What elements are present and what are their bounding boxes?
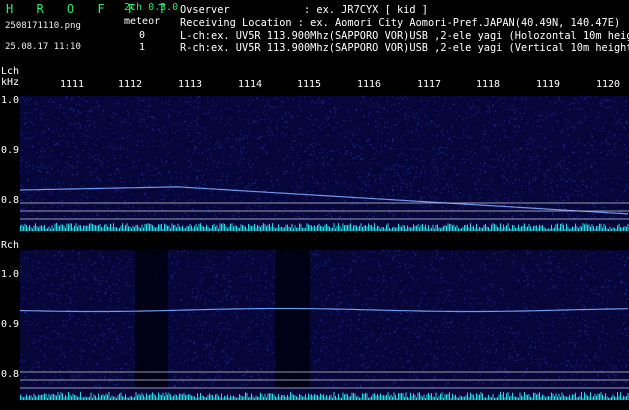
rch-waterfall <box>19 250 629 400</box>
spectrogram-canvas <box>19 96 629 400</box>
lch-waterfall <box>19 96 629 231</box>
